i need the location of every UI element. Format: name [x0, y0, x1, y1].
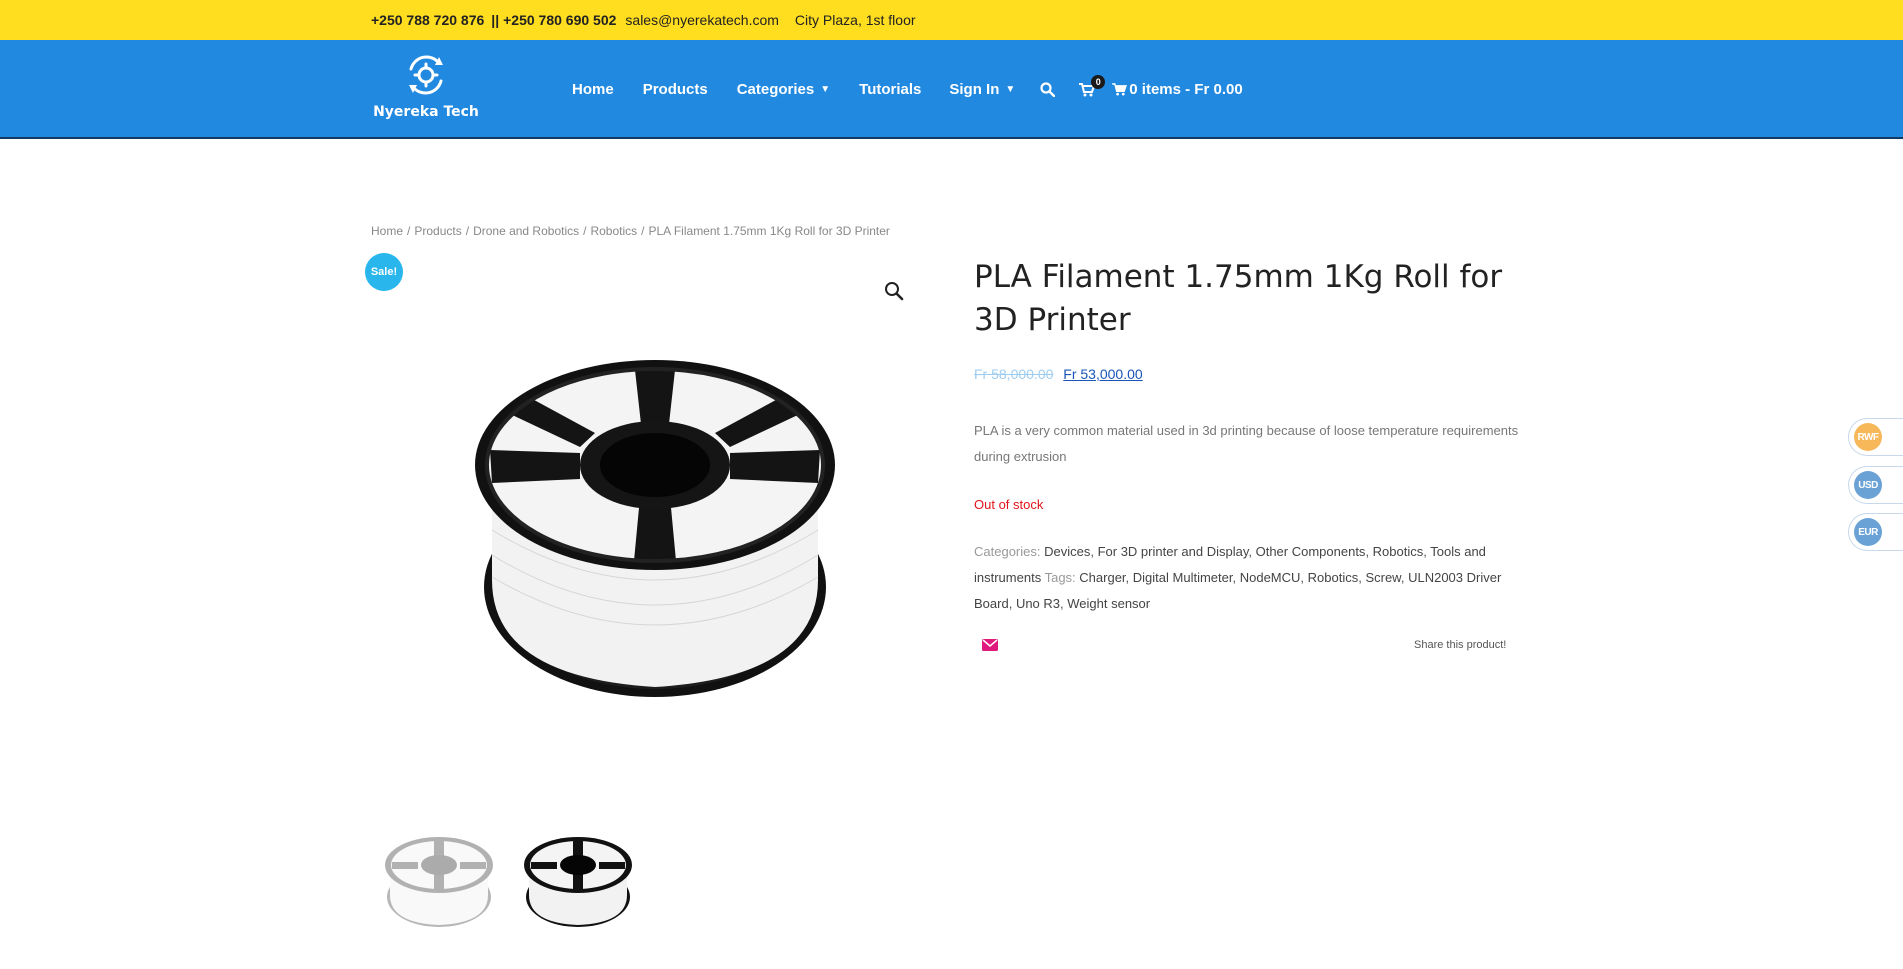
tag-link[interactable]: Screw: [1365, 570, 1400, 585]
site-logo[interactable]: Nyereka Tech: [372, 52, 480, 130]
tag-link[interactable]: Robotics: [1308, 570, 1359, 585]
tag-link[interactable]: Charger: [1079, 570, 1125, 585]
phone-1[interactable]: +250 788 720 876: [371, 12, 484, 28]
breadcrumb-products[interactable]: Products: [414, 224, 461, 238]
currency-rwf-coin: RWF: [1854, 423, 1882, 451]
stock-status: Out of stock: [974, 497, 1044, 512]
phone-2[interactable]: +250 780 690 502: [503, 12, 616, 28]
nav-categories[interactable]: Categories ▼: [737, 81, 830, 98]
store-address: City Plaza, 1st floor: [794, 12, 916, 28]
magnifier-zoom-icon[interactable]: [882, 279, 906, 303]
categories-label: Categories:: [974, 544, 1041, 559]
category-link[interactable]: Other Components: [1256, 544, 1366, 559]
currency-usd-coin: USD: [1854, 471, 1882, 499]
cart-summary: 0 items - Fr 0.00: [1129, 81, 1243, 98]
breadcrumb-current: PLA Filament 1.75mm 1Kg Roll for 3D Prin…: [648, 224, 890, 238]
primary-nav: Home Products Categories ▼ Tutorials Sig…: [572, 40, 1243, 139]
cart-count-badge: 0: [1091, 74, 1106, 89]
product-main-image[interactable]: [430, 355, 880, 710]
tag-link[interactable]: Uno R3: [1016, 596, 1060, 611]
breadcrumb-home[interactable]: Home: [371, 224, 403, 238]
nav-sign-in-label: Sign In: [949, 81, 1000, 98]
product-thumbnail-2[interactable]: [521, 835, 636, 930]
mini-cart-button[interactable]: 0: [1079, 74, 1106, 97]
tag-link[interactable]: Weight sensor: [1067, 596, 1150, 611]
nav-tutorials[interactable]: Tutorials: [859, 81, 921, 98]
tag-link[interactable]: Digital Multimeter: [1133, 570, 1233, 585]
gear-cycle-logo-icon: [409, 55, 443, 95]
share-label: Share this product!: [1414, 639, 1507, 651]
tag-link[interactable]: NodeMCU: [1240, 570, 1301, 585]
chevron-down-icon: ▼: [820, 84, 831, 95]
category-link[interactable]: Robotics: [1373, 544, 1424, 559]
product-title: PLA Filament 1.75mm 1Kg Roll for 3D Prin…: [974, 259, 1503, 338]
email-share-icon[interactable]: [982, 638, 998, 652]
search-button[interactable]: [1040, 82, 1056, 97]
breadcrumb-drone-and-robotics[interactable]: Drone and Robotics: [473, 224, 579, 238]
nav-home[interactable]: Home: [572, 81, 614, 98]
sale-price: Fr 53,000.00: [1063, 366, 1143, 382]
nav-products[interactable]: Products: [643, 81, 708, 98]
search-icon: [1040, 82, 1056, 97]
tags-label: Tags:: [1044, 570, 1076, 585]
currency-eur-coin: EUR: [1854, 518, 1882, 546]
product-meta: Categories: Devices, For 3D printer and …: [974, 544, 1502, 611]
breadcrumb: Home / Products / Drone and Robotics / Robotic…: [371, 224, 890, 238]
regular-price: Fr 58,000.00: [974, 366, 1054, 382]
category-link[interactable]: For 3D printer and Display: [1098, 544, 1249, 559]
category-link[interactable]: Devices: [1044, 544, 1090, 559]
top-contact-bar: +250 788 720 876 || +250 780 690 502 sal…: [0, 0, 1903, 40]
breadcrumb-robotics[interactable]: Robotics: [590, 224, 637, 238]
nav-sign-in[interactable]: Sign In ▼: [949, 81, 1015, 98]
chevron-down-icon: ▼: [1005, 84, 1016, 95]
product-thumbnail-1[interactable]: [382, 835, 497, 930]
sale-badge: Sale!: [365, 253, 403, 291]
currency-usd-button[interactable]: USD: [1848, 466, 1903, 504]
product-price: Fr 58,000.00 Fr 53,000.00: [974, 366, 1143, 382]
brand-name: Nyereka Tech: [373, 104, 479, 120]
product-short-description: PLA is a very common material used in 3d…: [974, 423, 1519, 464]
phone-separator: ||: [491, 12, 500, 28]
cart-icon: [1112, 83, 1128, 96]
nav-categories-label: Categories: [736, 81, 815, 98]
currency-eur-button[interactable]: EUR: [1848, 513, 1903, 551]
cart-summary-link[interactable]: 0 items - Fr 0.00: [1112, 81, 1243, 98]
currency-rwf-button[interactable]: RWF: [1848, 418, 1903, 456]
contact-email[interactable]: sales@nyerekatech.com: [625, 12, 779, 28]
